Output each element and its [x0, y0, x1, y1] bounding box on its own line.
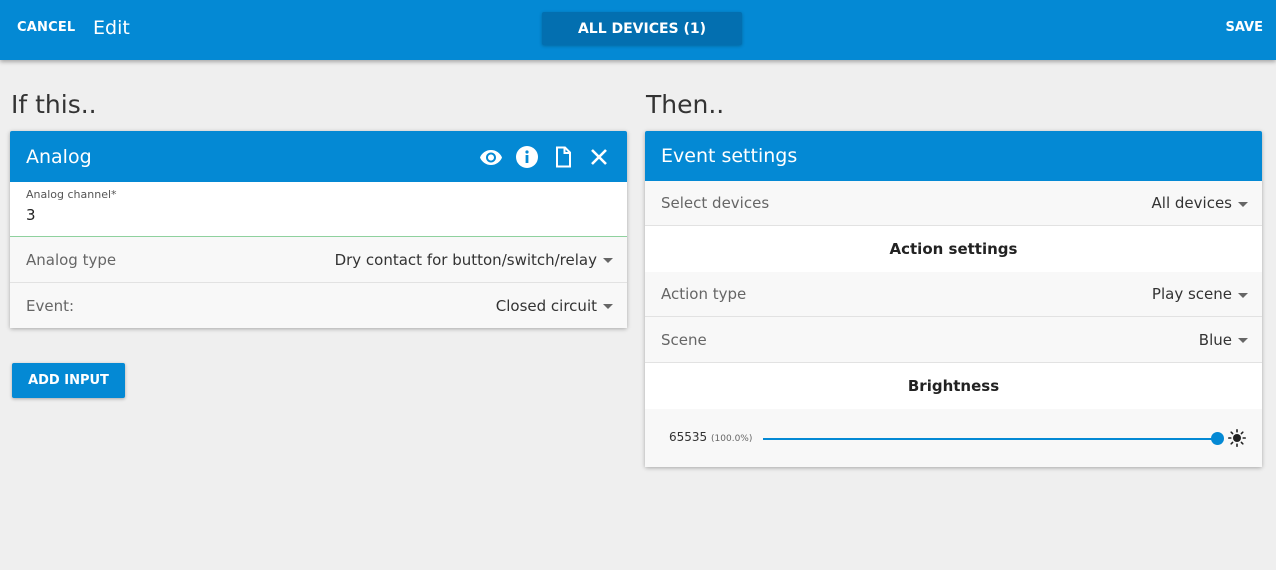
eye-icon[interactable] [479, 145, 503, 169]
action-settings-heading: Action settings [645, 226, 1262, 272]
event-card-header: Event settings [645, 131, 1262, 181]
scene-label: Scene [661, 330, 707, 349]
action-type-select[interactable]: Play scene [1152, 285, 1248, 303]
sun-icon [1228, 429, 1247, 448]
caret-down-icon [603, 258, 613, 263]
event-value: Closed circuit [495, 296, 597, 315]
brightness-slider-thumb[interactable] [1210, 432, 1224, 445]
event-select[interactable]: Closed circuit [496, 297, 613, 315]
top-app-bar: CANCEL Edit ALL DEVICES (1) SAVE [0, 0, 1276, 60]
add-input-button[interactable]: ADD INPUT [12, 363, 125, 398]
analog-type-select[interactable]: Dry contact for button/switch/relay [335, 251, 613, 269]
scene-select[interactable]: Blue [1199, 331, 1248, 349]
brightness-value: 65535 [669, 430, 708, 444]
analog-channel-field[interactable]: Analog channel* 3 [10, 182, 627, 237]
cancel-button[interactable]: CANCEL [17, 20, 75, 35]
select-devices-value: All devices [1151, 194, 1232, 212]
action-type-value: Play scene [1151, 285, 1232, 303]
select-devices-row[interactable]: Select devices All devices [645, 181, 1262, 226]
analog-input-card: Analog Analog channel* 3 Analog type Dry… [10, 131, 627, 328]
brightness-slider-track[interactable] [763, 438, 1217, 440]
analog-card-header: Analog [10, 131, 627, 182]
brightness-heading: Brightness [645, 363, 1262, 409]
scene-row[interactable]: Scene Blue [645, 317, 1262, 363]
event-label: Event: [26, 296, 75, 315]
analog-channel-input[interactable]: 3 [26, 206, 611, 224]
action-type-label: Action type [661, 285, 747, 303]
brightness-percent: (100.0%) [711, 434, 753, 444]
then-section-title: Then.. [646, 90, 725, 119]
event-card-title: Event settings [661, 145, 798, 167]
if-section-title: If this.. [11, 90, 97, 119]
close-icon[interactable] [587, 145, 611, 169]
event-row[interactable]: Event: Closed circuit [10, 283, 627, 328]
caret-down-icon [603, 304, 613, 309]
save-button[interactable]: SAVE [1226, 20, 1263, 35]
brightness-value-text: 65535 (100.0%) [669, 430, 752, 444]
all-devices-button[interactable]: ALL DEVICES (1) [542, 12, 742, 45]
brightness-row: 65535 (100.0%) [645, 409, 1262, 467]
analog-channel-label: Analog channel* [26, 188, 117, 201]
caret-down-icon [1238, 292, 1248, 298]
select-devices-label: Select devices [661, 194, 770, 212]
copy-icon[interactable] [551, 145, 575, 169]
caret-down-icon [1238, 201, 1248, 207]
action-type-row[interactable]: Action type Play scene [645, 272, 1262, 317]
analog-card-title: Analog [26, 145, 92, 168]
scene-value: Blue [1198, 330, 1232, 349]
analog-type-label: Analog type [26, 250, 117, 269]
event-settings-card: Event settings Select devices All device… [645, 131, 1262, 467]
analog-type-value: Dry contact for button/switch/relay [334, 250, 597, 269]
page-title: Edit [93, 17, 130, 39]
caret-down-icon [1238, 338, 1248, 343]
select-devices-select[interactable]: All devices [1152, 194, 1248, 212]
analog-type-row[interactable]: Analog type Dry contact for button/switc… [10, 237, 627, 283]
info-icon[interactable] [515, 145, 539, 169]
